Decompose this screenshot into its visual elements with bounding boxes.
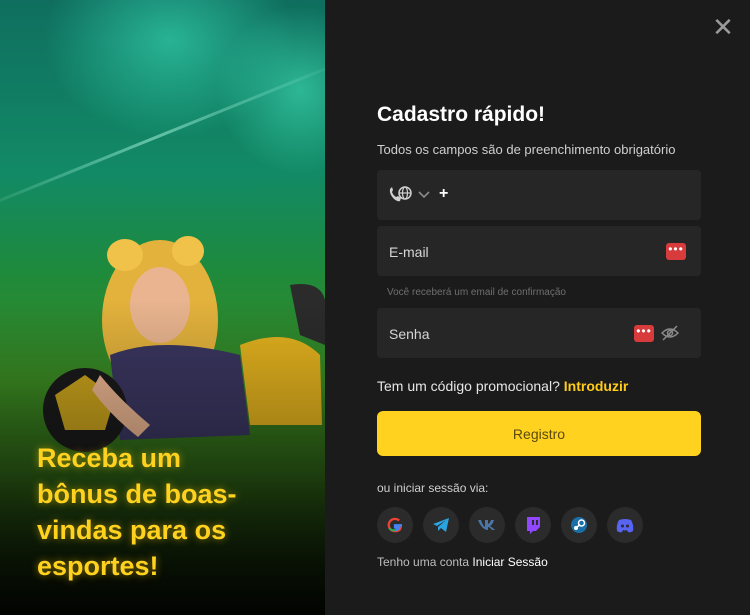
login-prompt: Tenho uma conta Iniciar Sessão — [377, 555, 548, 569]
promo-line: Receba um — [37, 443, 182, 473]
promo-line: vindas para os — [37, 515, 227, 545]
account-text: Tenho uma conta — [377, 555, 470, 569]
phone-input[interactable] — [453, 170, 687, 222]
phone-field[interactable]: + — [377, 170, 701, 222]
form-subtitle: Todos os campos são de preenchimento obr… — [377, 142, 676, 157]
social-login-buttons — [377, 507, 643, 543]
twitch-icon[interactable] — [515, 507, 551, 543]
promo-code-link[interactable]: Introduzir — [564, 378, 629, 394]
promo-line: esportes! — [37, 551, 159, 581]
form-title: Cadastro rápido! — [377, 103, 546, 126]
phone-globe-icon — [389, 186, 412, 202]
email-input[interactable] — [387, 226, 641, 278]
password-manager-icon[interactable]: ••• — [634, 325, 654, 342]
google-icon[interactable] — [377, 507, 413, 543]
steam-icon[interactable] — [561, 507, 597, 543]
discord-icon[interactable] — [607, 507, 643, 543]
telegram-icon[interactable] — [423, 507, 459, 543]
promo-banner: Receba um bônus de boas- vindas para os … — [0, 0, 325, 615]
email-field[interactable]: ••• — [377, 226, 701, 278]
promo-headline: Receba um bônus de boas- vindas para os … — [37, 440, 312, 584]
register-button[interactable]: Registro — [377, 411, 701, 456]
light-beam — [0, 57, 325, 218]
chevron-down-icon — [418, 191, 430, 199]
promo-code-question: Tem um código promocional? — [377, 378, 560, 394]
password-field[interactable]: ••• — [377, 308, 701, 360]
registration-form: Cadastro rápido! Todos os campos são de … — [377, 100, 701, 569]
social-login-label: ou iniciar sessão via: — [377, 481, 489, 495]
promo-line: bônus de boas- — [37, 479, 237, 509]
phone-prefix: + — [439, 185, 449, 202]
eye-off-icon[interactable] — [661, 325, 679, 341]
promo-code-row: Tem um código promocional? Introduzir — [377, 378, 628, 394]
password-manager-icon[interactable]: ••• — [666, 243, 686, 260]
login-link[interactable]: Iniciar Sessão — [472, 555, 547, 569]
email-hint: Você receberá um email de confirmação — [387, 287, 566, 298]
close-icon[interactable]: ✕ — [710, 14, 736, 40]
country-selector[interactable] — [387, 185, 431, 205]
password-input[interactable] — [387, 308, 641, 360]
vk-icon[interactable] — [469, 507, 505, 543]
